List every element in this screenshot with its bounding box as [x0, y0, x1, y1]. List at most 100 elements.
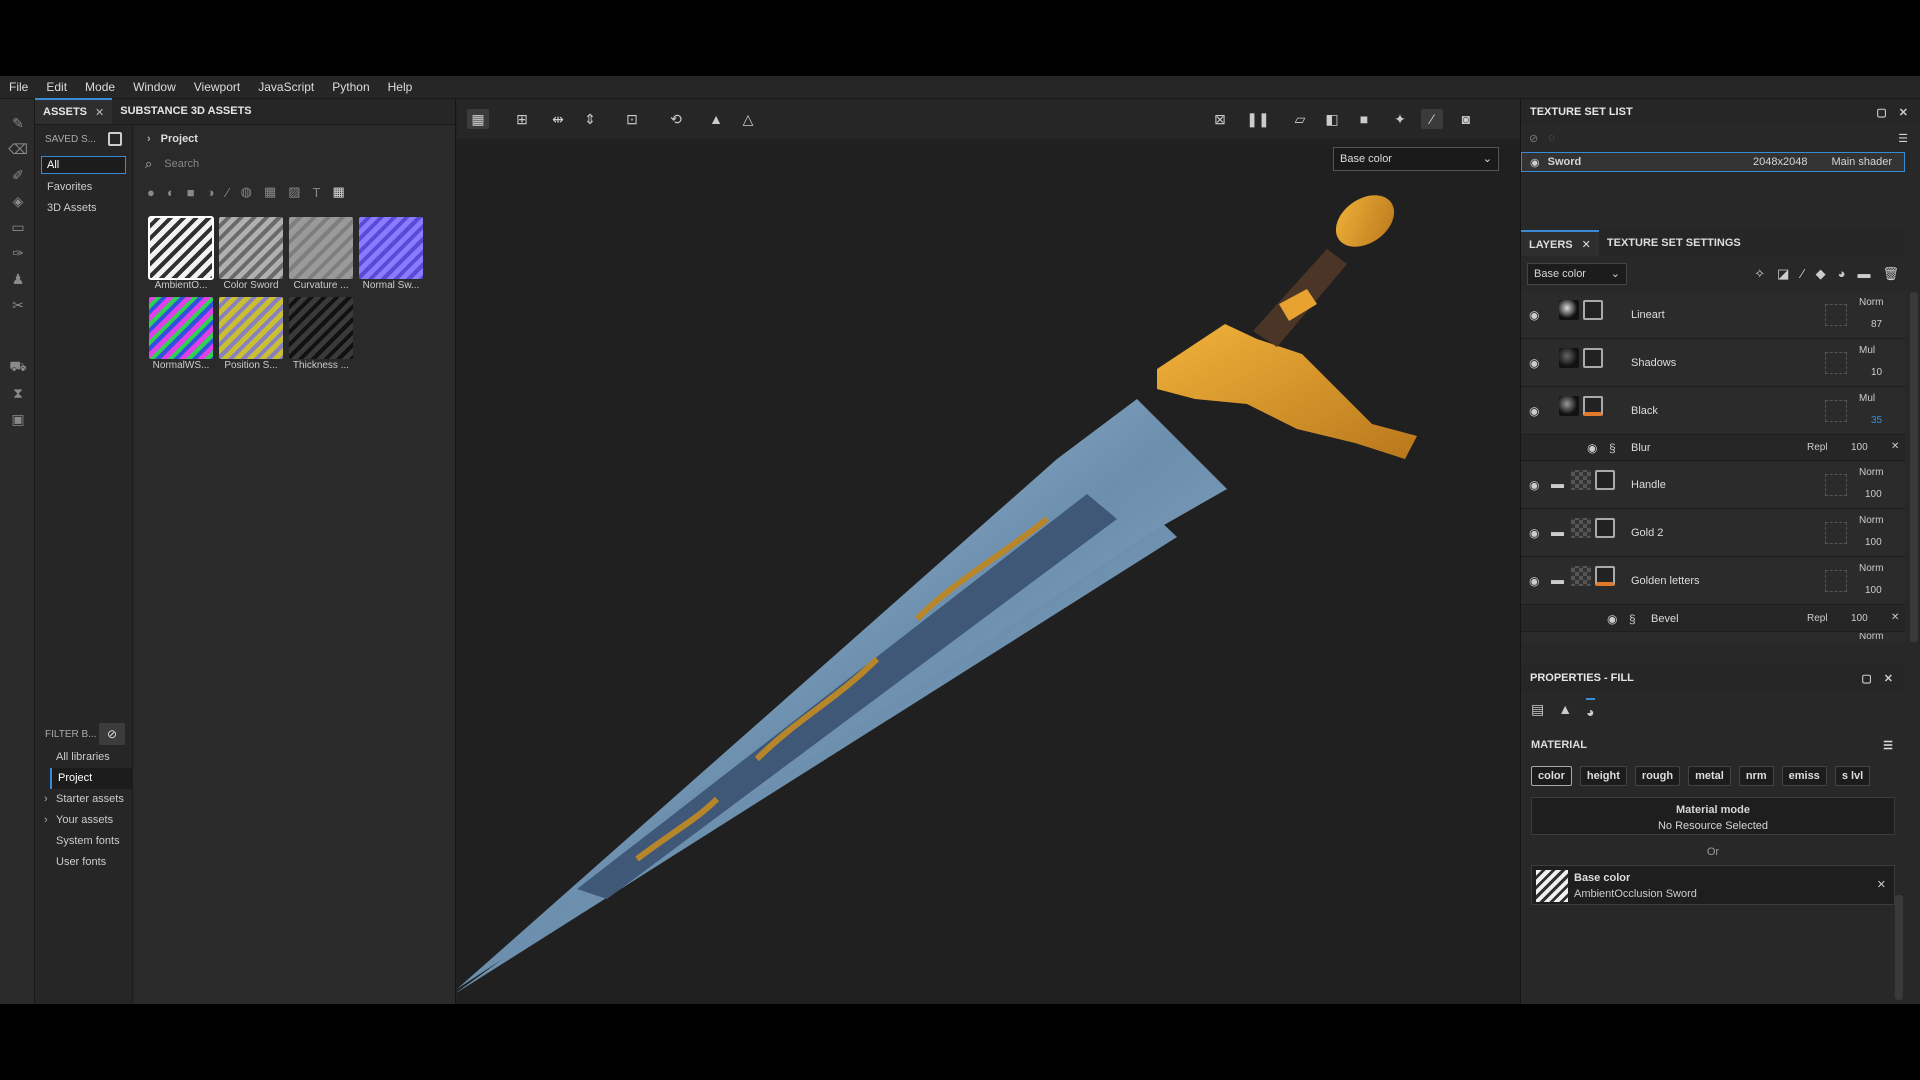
tab-assets[interactable]: ASSETS ✕ — [35, 98, 113, 124]
projection-icon[interactable]: ✐ — [8, 165, 28, 185]
properties-scrollbar[interactable] — [1895, 895, 1903, 1000]
library-starter-assets[interactable]: › Starter assets — [35, 789, 133, 810]
maximize-icon[interactable]: ▢ — [1876, 106, 1886, 119]
folder-row[interactable]: ◉ ▬ Golden letters Norm 100 — [1521, 558, 1905, 605]
eye-icon[interactable]: ◉ — [1529, 308, 1539, 322]
eye-icon[interactable]: ◉ — [1529, 478, 1539, 492]
asset-thumb[interactable]: Color Sword — [219, 217, 283, 295]
eraser-icon[interactable]: ⌫ — [8, 139, 28, 159]
delete-icon[interactable]: 🗑 — [1882, 266, 1899, 282]
breadcrumb-project[interactable]: Project — [161, 133, 198, 145]
display-settings-icon[interactable]: ▣ — [8, 409, 28, 429]
texture-set-row[interactable]: ◉ Sword 2048x2048 Main shader — [1521, 152, 1905, 172]
folder-row[interactable]: ◉ ▬ Handle Norm 100 — [1521, 462, 1905, 509]
blend-mode[interactable]: Repl — [1807, 442, 1828, 453]
blend-mode[interactable]: Norm — [1859, 297, 1883, 308]
effect-opacity[interactable]: 100 — [1851, 442, 1868, 453]
menu-javascript[interactable]: JavaScript — [249, 80, 323, 94]
asset-thumb[interactable]: Position S... — [219, 297, 283, 375]
menu-icon[interactable]: ☰ — [1898, 132, 1908, 145]
blend-mode[interactable]: Norm — [1859, 515, 1883, 526]
eye-icon[interactable]: ◉ — [1530, 156, 1540, 169]
channel-height[interactable]: height — [1579, 766, 1627, 786]
close-icon[interactable]: ✕ — [1582, 239, 1591, 251]
layer-row[interactable]: ◉ Shadows Mul 10 — [1521, 340, 1905, 387]
menu-python[interactable]: Python — [323, 80, 378, 94]
effect-row[interactable]: ◉ § Blur Repl 100 ✕ — [1521, 435, 1905, 461]
menu-mode[interactable]: Mode — [76, 80, 124, 94]
asset-thumb[interactable]: NormalWS... — [149, 297, 213, 375]
channel-metal[interactable]: metal — [1688, 766, 1731, 786]
add-smart-icon[interactable]: ◕ — [1838, 266, 1846, 282]
asset-thumb[interactable]: Normal Sw... — [359, 217, 423, 295]
library-user-fonts[interactable]: User fonts — [35, 852, 133, 873]
text-filter-icon[interactable]: T — [313, 185, 321, 200]
close-icon[interactable]: ✕ — [1899, 106, 1908, 119]
asset-thumb[interactable]: AmbientO... — [148, 216, 214, 295]
eye-icon[interactable]: ◉ — [1529, 574, 1539, 588]
layer-opacity[interactable]: 87 — [1871, 319, 1882, 330]
blend-mode[interactable]: Norm — [1859, 467, 1883, 478]
close-icon[interactable]: ✕ — [1891, 612, 1899, 623]
base-color-resource[interactable]: Base color AmbientOcclusion Sword ✕ — [1531, 865, 1895, 905]
shelf-item-3d-assets[interactable]: 3D Assets — [35, 198, 132, 219]
add-mask-icon[interactable]: ◪ — [1777, 266, 1789, 282]
blend-mode[interactable]: Mul — [1859, 393, 1875, 404]
layers-scrollbar[interactable] — [1910, 292, 1918, 642]
layer-opacity[interactable]: 100 — [1865, 585, 1882, 596]
material-mode-box[interactable]: Material mode No Resource Selected — [1531, 797, 1895, 835]
smudge-icon[interactable]: ▭ — [8, 217, 28, 237]
polygon-fill-icon[interactable]: ✂ — [8, 295, 28, 315]
link-icon[interactable]: ⊘ — [1529, 132, 1538, 145]
smart-material-filter-icon[interactable]: ◐ — [167, 185, 175, 200]
mask-filter-icon[interactable]: ■ — [187, 185, 195, 200]
menu-window[interactable]: Window — [124, 80, 185, 94]
library-all[interactable]: All libraries — [35, 747, 133, 768]
menu-file[interactable]: File — [0, 80, 37, 94]
blend-mode[interactable]: Norm — [1859, 633, 1883, 642]
visibility-icon[interactable]: ◌ — [1548, 132, 1555, 144]
channel-rough[interactable]: rough — [1634, 766, 1681, 786]
tab-texture-set-settings[interactable]: TEXTURE SET SETTINGS — [1599, 230, 1749, 256]
close-icon[interactable]: ✕ — [95, 106, 104, 119]
channel-emiss[interactable]: emiss — [1781, 766, 1827, 786]
material-tab-icon[interactable]: ◕ — [1586, 698, 1595, 720]
eye-icon[interactable]: ◉ — [1587, 441, 1597, 455]
layer-opacity[interactable]: 100 — [1865, 489, 1882, 500]
fill-settings-icon[interactable]: ▤ — [1531, 701, 1544, 718]
channel-color[interactable]: color — [1531, 766, 1572, 786]
filter-all[interactable]: All — [41, 156, 126, 174]
add-folder-icon[interactable]: ▬ — [1857, 266, 1870, 282]
layer-row[interactable]: ◉ Black Mul 35 — [1521, 388, 1905, 435]
asset-thumb[interactable]: Thickness ... — [289, 297, 353, 375]
close-icon[interactable]: ✕ — [1877, 878, 1886, 891]
menu-icon[interactable]: ☰ — [1883, 739, 1893, 752]
bake-icon[interactable]: ⛟ — [8, 357, 28, 377]
folder-row[interactable]: ◉ ▬ Gold 2 Norm 100 — [1521, 510, 1905, 557]
tab-layers[interactable]: LAYERS ✕ — [1521, 230, 1599, 256]
effect-opacity[interactable]: 100 — [1851, 613, 1868, 624]
menu-help[interactable]: Help — [379, 80, 422, 94]
brush-filter-icon[interactable]: ⁄ — [226, 185, 228, 200]
close-icon[interactable]: ✕ — [1884, 672, 1893, 685]
channel-s-lvl[interactable]: s lvl — [1834, 766, 1871, 786]
save-icon[interactable] — [108, 132, 122, 146]
close-icon[interactable]: ✕ — [1891, 441, 1899, 452]
tab-substance-3d-assets[interactable]: SUBSTANCE 3D ASSETS — [112, 98, 259, 124]
shelf-item-favorites[interactable]: Favorites — [35, 177, 132, 198]
maximize-icon[interactable]: ▢ — [1861, 672, 1871, 685]
menu-viewport[interactable]: Viewport — [185, 80, 249, 94]
layer-opacity[interactable]: 10 — [1871, 367, 1882, 378]
eye-icon[interactable]: ◉ — [1529, 356, 1539, 370]
blend-mode[interactable]: Repl — [1807, 613, 1828, 624]
clone-icon[interactable]: ✑ — [8, 243, 28, 263]
layers-channel-select[interactable]: Base color ⌄ — [1527, 263, 1627, 285]
layer-opacity[interactable]: 100 — [1865, 537, 1882, 548]
blend-mode[interactable]: Norm — [1859, 563, 1883, 574]
paint-brush-icon[interactable]: ✎ — [8, 113, 28, 133]
chevron-right-icon[interactable]: › — [147, 133, 151, 145]
eye-icon[interactable]: ◉ — [1607, 612, 1617, 626]
layer-row[interactable]: ◉ Lineart Norm 87 — [1521, 292, 1905, 339]
hide-icon[interactable]: ⊘ — [99, 723, 125, 745]
add-effect-icon[interactable]: ✧ — [1754, 266, 1765, 282]
